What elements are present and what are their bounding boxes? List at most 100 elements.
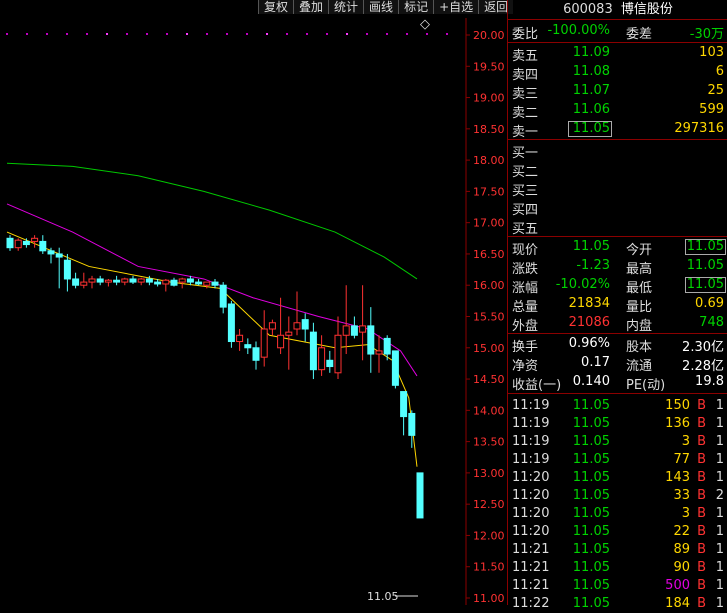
candle xyxy=(383,335,391,361)
toolbar-button-mark[interactable]: 标记 xyxy=(398,0,434,14)
t-count: 1 xyxy=(715,596,724,611)
marker-dot xyxy=(46,33,48,35)
y-tick-label: 11.50 xyxy=(473,561,505,574)
divider xyxy=(508,42,727,43)
stats-label: 换手 xyxy=(512,340,539,355)
t-side: B xyxy=(697,542,706,557)
t-count: 1 xyxy=(715,506,724,521)
sell-volume: 103 xyxy=(699,45,724,60)
top-dot-markers xyxy=(6,33,448,35)
candle xyxy=(121,277,129,286)
sell-label: 卖三 xyxy=(512,87,539,102)
marker-dot xyxy=(126,33,128,35)
quote-value: 11.05 xyxy=(684,277,726,293)
diamond-icon[interactable]: ◇ xyxy=(420,17,430,32)
volume-row: 总量 21834 量比 0.69 xyxy=(508,295,727,315)
candle xyxy=(227,300,235,348)
y-tick-label: 19.00 xyxy=(473,92,505,105)
sell-price: 11.06 xyxy=(572,102,610,117)
quote-value: -10.02% xyxy=(555,277,610,292)
t-price: 11.05 xyxy=(572,434,610,449)
sell-row: 卖三 11.07 25 xyxy=(508,82,727,102)
stats-value: 0.96% xyxy=(568,336,610,351)
y-tick-label: 12.50 xyxy=(473,498,505,511)
quote-row: 现价 11.05 今开 11.05 xyxy=(508,238,727,258)
buy-label: 买三 xyxy=(512,184,539,199)
tick-row: 11:19 11.05 77 B 1 xyxy=(508,451,727,469)
candle xyxy=(104,278,112,287)
volume-label: 内盘 xyxy=(626,319,653,334)
y-tick-label: 13.50 xyxy=(473,436,505,449)
stats-label: 净资 xyxy=(512,359,539,374)
quote-value: 11.05 xyxy=(572,239,610,254)
stats-value: 2.30亿 xyxy=(682,340,724,355)
weicha-value: -30万 xyxy=(689,27,724,42)
toolbar-button-add-watchlist[interactable]: +自选 xyxy=(433,0,479,14)
moving-average-lines xyxy=(6,162,418,467)
sell-row: 卖五 11.09 103 xyxy=(508,44,727,64)
candle xyxy=(285,316,293,370)
toolbar-button-overlay[interactable]: 叠加 xyxy=(293,0,329,14)
candle xyxy=(334,316,342,380)
candle xyxy=(260,310,268,367)
buy-row: 买四 xyxy=(508,198,727,218)
sell-volume: 599 xyxy=(699,102,724,117)
marker-dot xyxy=(206,33,208,35)
sell-row: 卖二 11.06 599 xyxy=(508,101,727,121)
buy-label: 买一 xyxy=(512,146,539,161)
quote-row: 涨跌 -1.23 最高 11.05 xyxy=(508,257,727,277)
y-tick-label: 15.50 xyxy=(473,311,505,324)
weibi-value: -100.00% xyxy=(547,23,610,38)
marker-dot xyxy=(106,33,108,35)
stock-header: 600083 博信股份 xyxy=(508,0,727,20)
quote-label: 今开 xyxy=(626,243,653,258)
candle xyxy=(359,285,367,361)
quote-label: 涨跌 xyxy=(512,262,539,277)
t-price: 11.05 xyxy=(572,542,610,557)
toolbar-button-draw[interactable]: 画线 xyxy=(363,0,399,14)
candle xyxy=(137,277,145,286)
buy-row: 买二 xyxy=(508,160,727,180)
t-vol: 3 xyxy=(681,506,690,521)
t-side: B xyxy=(697,416,706,431)
volume-label: 总量 xyxy=(512,300,539,315)
toolbar-button-stats[interactable]: 统计 xyxy=(328,0,364,14)
t-side: B xyxy=(697,488,706,503)
marker-dot xyxy=(66,33,68,35)
candle xyxy=(326,350,334,373)
tick-row: 11:21 11.05 89 B 1 xyxy=(508,541,727,559)
t-vol: 3 xyxy=(681,434,690,449)
last-price-marker: 11.05 xyxy=(367,590,399,603)
t-time: 11:19 xyxy=(512,398,550,413)
weibi-label: 委比 xyxy=(512,27,539,42)
t-price: 11.05 xyxy=(572,452,610,467)
y-tick-label: 17.00 xyxy=(473,217,505,230)
t-time: 11:20 xyxy=(512,470,550,485)
t-side: B xyxy=(697,524,706,539)
candle xyxy=(14,238,22,251)
y-tick-label: 16.00 xyxy=(473,279,505,292)
y-tick-label: 18.50 xyxy=(473,123,505,136)
t-time: 11:19 xyxy=(512,416,550,431)
quote-label: 涨幅 xyxy=(512,281,539,296)
t-vol: 33 xyxy=(673,488,690,503)
marker-dot xyxy=(326,33,328,35)
stock-code: 600083 xyxy=(563,2,613,17)
toolbar-button-fuquan[interactable]: 复权 xyxy=(258,0,294,14)
sell-volume: 25 xyxy=(707,83,724,98)
stats-value: 2.28亿 xyxy=(682,359,724,374)
t-count: 1 xyxy=(715,452,724,467)
candle xyxy=(416,472,424,519)
t-count: 1 xyxy=(715,524,724,539)
candlestick-chart[interactable]: 20.00 19.50 19.00 18.50 18.00 17.50 17.00 16.50… xyxy=(0,0,507,605)
volume-value: 0.69 xyxy=(695,296,724,311)
t-count: 1 xyxy=(715,542,724,557)
volume-value: 748 xyxy=(699,315,724,330)
volume-row: 外盘 21086 内盘 748 xyxy=(508,314,727,334)
y-tick-label: 11.00 xyxy=(473,592,505,605)
marker-dot xyxy=(266,33,268,35)
candle xyxy=(72,272,80,289)
marker-dot xyxy=(386,33,388,35)
candle xyxy=(367,307,375,373)
candle xyxy=(268,319,276,336)
